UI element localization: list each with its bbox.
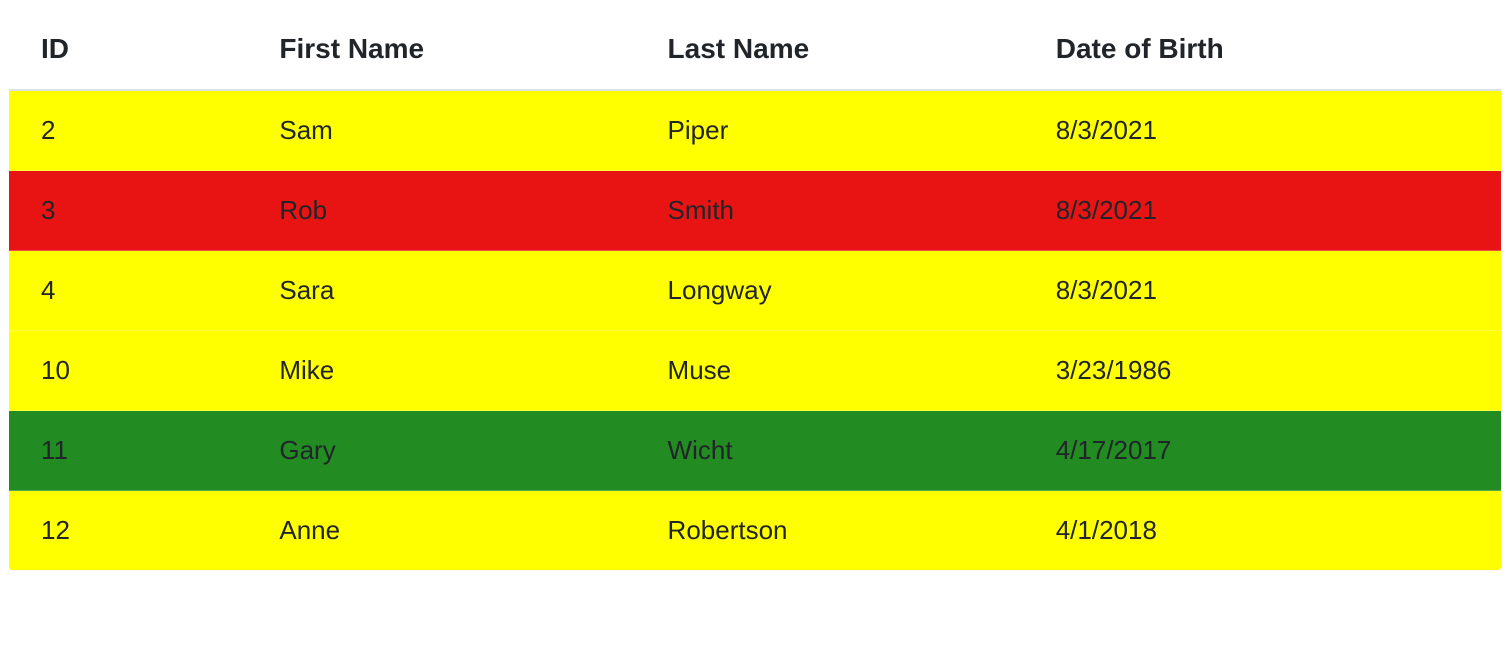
table-row[interactable]: 2SamPiper8/3/2021 [9, 90, 1502, 171]
data-table: ID First Name Last Name Date of Birth 2S… [8, 8, 1502, 571]
cell-last-name: Wicht [636, 411, 1024, 491]
cell-last-name: Smith [636, 171, 1024, 251]
cell-dob: 8/3/2021 [1024, 251, 1502, 331]
header-first-name[interactable]: First Name [247, 9, 635, 91]
cell-last-name: Longway [636, 251, 1024, 331]
cell-first-name: Gary [247, 411, 635, 491]
cell-dob: 4/17/2017 [1024, 411, 1502, 491]
header-dob[interactable]: Date of Birth [1024, 9, 1502, 91]
cell-id: 10 [9, 331, 248, 411]
cell-dob: 4/1/2018 [1024, 491, 1502, 571]
table-body: 2SamPiper8/3/20213RobSmith8/3/20214SaraL… [9, 90, 1502, 571]
cell-dob: 3/23/1986 [1024, 331, 1502, 411]
header-last-name[interactable]: Last Name [636, 9, 1024, 91]
cell-last-name: Piper [636, 90, 1024, 171]
cell-last-name: Muse [636, 331, 1024, 411]
cell-last-name: Robertson [636, 491, 1024, 571]
cell-id: 2 [9, 90, 248, 171]
cell-id: 4 [9, 251, 248, 331]
cell-first-name: Sara [247, 251, 635, 331]
cell-dob: 8/3/2021 [1024, 171, 1502, 251]
cell-first-name: Rob [247, 171, 635, 251]
table-row[interactable]: 4SaraLongway8/3/2021 [9, 251, 1502, 331]
cell-first-name: Sam [247, 90, 635, 171]
table-row[interactable]: 11GaryWicht4/17/2017 [9, 411, 1502, 491]
cell-id: 11 [9, 411, 248, 491]
header-id[interactable]: ID [9, 9, 248, 91]
cell-dob: 8/3/2021 [1024, 90, 1502, 171]
cell-first-name: Mike [247, 331, 635, 411]
table-row[interactable]: 3RobSmith8/3/2021 [9, 171, 1502, 251]
cell-first-name: Anne [247, 491, 635, 571]
cell-id: 3 [9, 171, 248, 251]
table-row[interactable]: 10MikeMuse3/23/1986 [9, 331, 1502, 411]
table-header: ID First Name Last Name Date of Birth [9, 9, 1502, 91]
cell-id: 12 [9, 491, 248, 571]
table-row[interactable]: 12AnneRobertson4/1/2018 [9, 491, 1502, 571]
